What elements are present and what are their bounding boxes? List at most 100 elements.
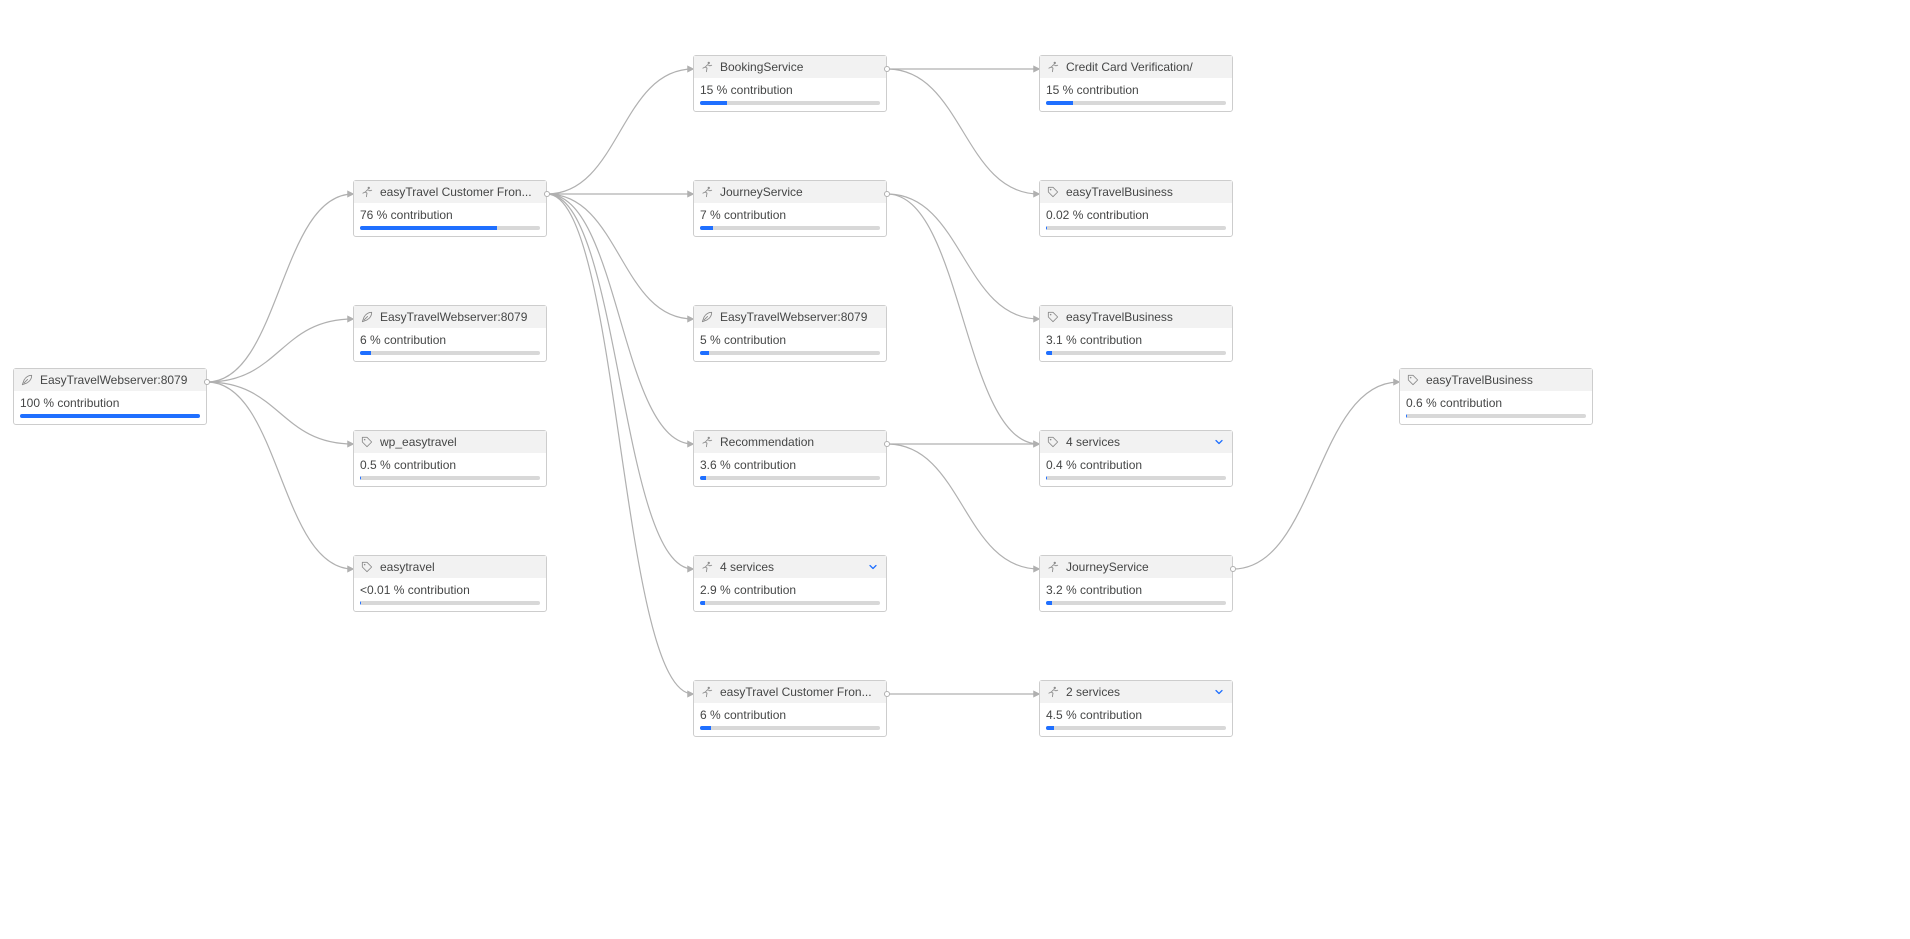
contribution-bar-fill	[360, 476, 361, 480]
contribution-bar	[1406, 414, 1586, 418]
contribution-bar	[1046, 351, 1226, 355]
service-node-c2n3[interactable]: EasyTravelWebserver:80795 % contribution	[693, 305, 887, 362]
node-contribution-label: 0.6 % contribution	[1406, 396, 1586, 410]
contribution-bar-fill	[700, 601, 705, 605]
node-title: 4 services	[1066, 435, 1206, 449]
node-body: 4.5 % contribution	[1040, 703, 1232, 736]
service-node-c2n1[interactable]: BookingService15 % contribution	[693, 55, 887, 112]
service-node-c2n2[interactable]: JourneyService7 % contribution	[693, 180, 887, 237]
service-node-c3n4[interactable]: 4 services 0.4 % contribution	[1039, 430, 1233, 487]
node-contribution-label: 0.4 % contribution	[1046, 458, 1226, 472]
service-node-c3n2[interactable]: easyTravelBusiness0.02 % contribution	[1039, 180, 1233, 237]
node-type-icon	[1046, 310, 1060, 324]
flow-edge	[547, 194, 693, 569]
contribution-bar-fill	[360, 226, 497, 230]
runner-icon	[700, 60, 714, 74]
service-node-c3n3[interactable]: easyTravelBusiness 3.1 % contribution	[1039, 305, 1233, 362]
node-type-icon	[700, 435, 714, 449]
contribution-bar-fill	[700, 726, 711, 730]
runner-icon	[700, 185, 714, 199]
service-node-c3n6[interactable]: 2 services 4.5 % contribution	[1039, 680, 1233, 737]
node-header[interactable]: 4 services	[694, 556, 886, 578]
runner-icon	[1046, 60, 1060, 74]
contribution-bar-fill	[1046, 101, 1073, 105]
service-node-c2n4[interactable]: Recommendation 3.6 % contribution	[693, 430, 887, 487]
output-port	[884, 191, 890, 197]
node-type-icon	[360, 310, 374, 324]
chevron-down-icon[interactable]	[1212, 435, 1226, 449]
service-node-c2n5[interactable]: 4 services2.9 % contribution	[693, 555, 887, 612]
node-title: EasyTravelWebserver:8079	[380, 310, 540, 324]
feather-icon	[20, 373, 34, 387]
service-node-c3n5[interactable]: JourneyService3.2 % contribution	[1039, 555, 1233, 612]
node-type-icon	[700, 560, 714, 574]
service-node-c1n2[interactable]: EasyTravelWebserver:8079 6 % contribution	[353, 305, 547, 362]
output-port	[204, 379, 210, 385]
node-contribution-label: 6 % contribution	[360, 333, 540, 347]
node-header[interactable]: EasyTravelWebserver:8079	[14, 369, 206, 391]
node-type-icon	[700, 60, 714, 74]
flow-edge	[887, 444, 1039, 569]
node-title: easyTravel Customer Fron...	[720, 685, 880, 699]
node-title: easyTravelBusiness	[1066, 310, 1226, 324]
node-header[interactable]: JourneyService	[1040, 556, 1232, 578]
service-node-c1n4[interactable]: easytravel<0.01 % contribution	[353, 555, 547, 612]
service-node-c4n1[interactable]: easyTravelBusiness 0.6 % contribution	[1399, 368, 1593, 425]
node-header[interactable]: easytravel	[354, 556, 546, 578]
node-contribution-label: 3.1 % contribution	[1046, 333, 1226, 347]
node-header[interactable]: easyTravelBusiness	[1400, 369, 1592, 391]
chevron-down-icon[interactable]	[1212, 685, 1226, 699]
node-header[interactable]: 2 services	[1040, 681, 1232, 703]
flow-edge	[547, 194, 693, 694]
runner-icon	[1046, 560, 1060, 574]
node-type-icon	[700, 310, 714, 324]
contribution-bar-fill	[20, 414, 200, 418]
node-title: EasyTravelWebserver:8079	[40, 373, 200, 387]
node-body: 15 % contribution	[1040, 78, 1232, 111]
node-title: Credit Card Verification/	[1066, 60, 1226, 74]
service-node-c3n1[interactable]: Credit Card Verification/15 % contributi…	[1039, 55, 1233, 112]
chevron-down-icon[interactable]	[866, 560, 880, 574]
node-header[interactable]: 4 services	[1040, 431, 1232, 453]
node-header[interactable]: EasyTravelWebserver:8079	[694, 306, 886, 328]
runner-icon	[700, 435, 714, 449]
contribution-bar-fill	[1046, 601, 1052, 605]
flow-edge	[1233, 382, 1399, 569]
node-header[interactable]: easyTravelBusiness	[1040, 181, 1232, 203]
output-port	[884, 691, 890, 697]
node-contribution-label: 4.5 % contribution	[1046, 708, 1226, 722]
node-type-icon	[1046, 60, 1060, 74]
flow-edge	[207, 382, 353, 569]
contribution-bar	[360, 476, 540, 480]
node-title: BookingService	[720, 60, 880, 74]
output-port	[884, 441, 890, 447]
node-body: 0.02 % contribution	[1040, 203, 1232, 236]
node-header[interactable]: Credit Card Verification/	[1040, 56, 1232, 78]
service-node-c2n6[interactable]: easyTravel Customer Fron...6 % contribut…	[693, 680, 887, 737]
node-header[interactable]: easyTravel Customer Fron...	[354, 181, 546, 203]
output-port	[884, 66, 890, 72]
node-type-icon	[1046, 685, 1060, 699]
flow-edge	[887, 194, 1039, 319]
contribution-bar	[700, 101, 880, 105]
node-header[interactable]: BookingService	[694, 56, 886, 78]
node-header[interactable]: wp_easytravel	[354, 431, 546, 453]
flow-edge	[547, 194, 693, 319]
node-title: Recommendation	[720, 435, 880, 449]
service-node-c1n3[interactable]: wp_easytravel0.5 % contribution	[353, 430, 547, 487]
node-header[interactable]: JourneyService	[694, 181, 886, 203]
node-header[interactable]: easyTravelBusiness	[1040, 306, 1232, 328]
node-header[interactable]: EasyTravelWebserver:8079	[354, 306, 546, 328]
node-header[interactable]: easyTravel Customer Fron...	[694, 681, 886, 703]
contribution-bar	[1046, 476, 1226, 480]
db-icon	[1046, 310, 1060, 324]
node-title: 4 services	[720, 560, 860, 574]
service-node-c1n1[interactable]: easyTravel Customer Fron...76 % contribu…	[353, 180, 547, 237]
db-icon	[1046, 435, 1060, 449]
service-node-root[interactable]: EasyTravelWebserver:8079100 % contributi…	[13, 368, 207, 425]
node-contribution-label: 3.6 % contribution	[700, 458, 880, 472]
node-header[interactable]: Recommendation	[694, 431, 886, 453]
node-title: 2 services	[1066, 685, 1206, 699]
contribution-bar-fill	[1046, 726, 1054, 730]
contribution-bar-fill	[700, 226, 713, 230]
